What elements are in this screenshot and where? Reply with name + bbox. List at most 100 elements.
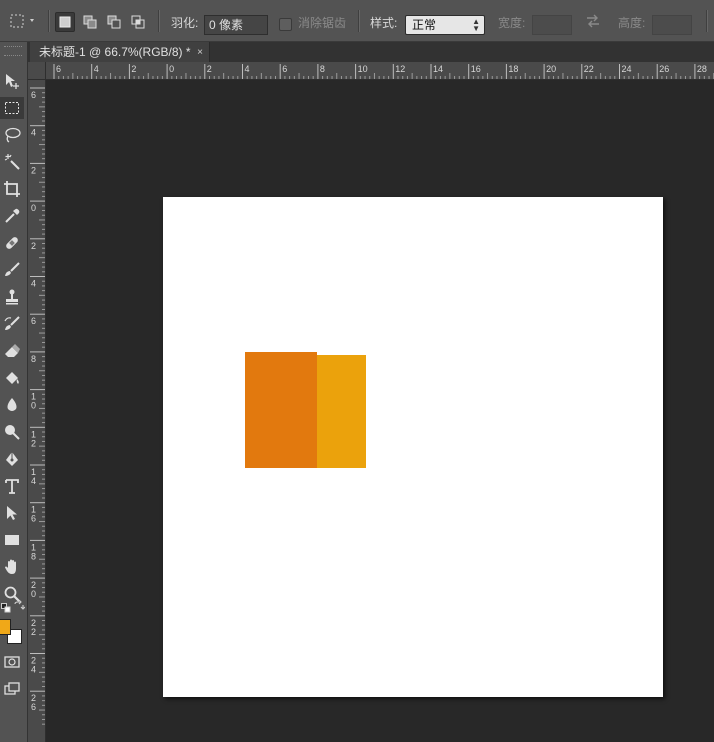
swap-colors-icon[interactable] (13, 599, 26, 612)
bandage-icon (6, 237, 18, 249)
subtract-selection-icon (107, 15, 121, 29)
new-selection-button[interactable] (55, 12, 75, 32)
hand-icon (5, 559, 16, 574)
eraser-tool[interactable] (0, 340, 24, 362)
ruler-label: 4 (31, 279, 36, 289)
rectangle-shape-icon (5, 535, 19, 545)
blur-tool[interactable] (0, 394, 24, 416)
height-label: 高度: (618, 16, 646, 30)
eyedropper-icon (5, 208, 20, 223)
vertical-ruler[interactable]: 64202468101214161820222426 (28, 80, 46, 742)
close-icon[interactable]: × (197, 42, 203, 63)
ruler-label: 18 (508, 64, 518, 74)
ruler-label: 8 (31, 551, 36, 561)
subtract-selection-button[interactable] (104, 12, 124, 32)
ruler-label: 4 (31, 128, 36, 138)
antialias-checkbox[interactable] (279, 18, 292, 31)
ruler-label: 2 (207, 64, 212, 74)
magic-wand-tool[interactable] (0, 151, 24, 173)
style-select[interactable]: 正常 ▲ ▼ (405, 15, 485, 35)
width-label: 宽度: (498, 16, 526, 30)
ruler-label: 16 (471, 64, 481, 74)
blur-drop-icon (7, 398, 17, 411)
add-selection-button[interactable] (80, 12, 100, 32)
healing-brush-tool[interactable] (0, 232, 24, 254)
magic-wand-icon (4, 154, 20, 170)
type-tool[interactable] (0, 475, 24, 497)
ruler-label: 6 (31, 90, 36, 100)
pen-nib-icon (6, 452, 18, 466)
clone-stamp-tool[interactable] (0, 286, 24, 308)
ruler-label: 0 (31, 401, 36, 411)
marquee-preset-icon (10, 14, 34, 28)
tool-preset-picker[interactable] (8, 0, 38, 42)
ruler-label: 24 (622, 64, 632, 74)
dodge-icon (5, 425, 20, 440)
move-icon (6, 74, 19, 89)
ruler-label: 0 (31, 589, 36, 599)
ruler-label: 6 (31, 702, 36, 712)
ruler-label: 6 (282, 64, 287, 74)
brush-icon (5, 262, 20, 276)
ruler-label: 28 (697, 64, 707, 74)
ruler-label: 4 (31, 665, 36, 675)
arrow-cursor-icon (7, 506, 17, 520)
panel-grip[interactable] (4, 46, 22, 56)
width-input[interactable] (532, 15, 572, 35)
ruler-label: 8 (31, 354, 36, 364)
dodge-tool[interactable] (0, 421, 24, 443)
crop-tool[interactable] (0, 178, 24, 200)
screen-mode-button[interactable] (0, 678, 24, 700)
history-brush-icon (4, 316, 20, 330)
move-tool[interactable] (0, 70, 24, 92)
crop-icon (4, 181, 20, 197)
pen-tool[interactable] (0, 448, 24, 470)
swap-arrows-icon (587, 14, 599, 28)
paint-bucket-tool[interactable] (0, 367, 24, 389)
quick-mask-button[interactable] (0, 651, 24, 673)
feather-input[interactable]: 0 像素 (204, 15, 268, 35)
feather-label: 羽化: (171, 16, 199, 30)
ruler-label: 2 (31, 627, 36, 637)
history-brush-tool[interactable] (0, 313, 24, 335)
ruler-label: 2 (31, 438, 36, 448)
ruler-label: 4 (245, 64, 250, 74)
horizontal-ruler[interactable]: 6 4 2 0 2 4 6 8 10 12 14 16 18 20 22 24 26 28 (46, 62, 714, 80)
hand-tool[interactable] (0, 556, 24, 578)
ruler-label: 22 (584, 64, 594, 74)
style-label: 样式: (370, 16, 398, 30)
add-selection-icon (83, 15, 97, 29)
lasso-tool[interactable] (0, 124, 24, 146)
path-selection-tool[interactable] (0, 502, 24, 524)
tools-panel (0, 42, 28, 742)
ruler-label: 6 (31, 316, 36, 326)
brush-tool[interactable] (0, 259, 24, 281)
default-colors-icon[interactable] (1, 602, 11, 613)
eraser-icon (5, 344, 20, 357)
document-tab[interactable]: 未标题-1 @ 66.7%(RGB/8) * × (30, 42, 210, 62)
yellow-rectangle-layer[interactable] (310, 355, 366, 468)
ruler-label: 2 (31, 165, 36, 175)
canvas-workspace[interactable] (46, 80, 714, 742)
eyedropper-tool[interactable] (0, 205, 24, 227)
rectangular-marquee-tool[interactable] (0, 97, 24, 119)
ruler-label: 8 (320, 64, 325, 74)
ruler-label: 14 (433, 64, 443, 74)
document-canvas[interactable] (163, 197, 663, 697)
rectangle-shape-tool[interactable] (0, 529, 24, 551)
intersect-selection-button[interactable] (128, 12, 148, 32)
ruler-label: 26 (659, 64, 669, 74)
ruler-label: 4 (94, 64, 99, 74)
ruler-label: 2 (31, 241, 36, 251)
ruler-label: 12 (395, 64, 405, 74)
style-select-value: 正常 (412, 18, 437, 32)
foreground-color-swatch[interactable] (0, 619, 11, 635)
rectangle-marquee-icon (5, 102, 19, 114)
ruler-label: 6 (56, 64, 61, 74)
ruler-origin[interactable] (28, 62, 46, 80)
swap-dimensions-button[interactable] (585, 0, 601, 42)
height-input[interactable] (652, 15, 692, 35)
orange-rectangle-layer[interactable] (245, 352, 317, 468)
lasso-icon (5, 127, 21, 143)
antialias-label: 消除锯齿 (298, 16, 347, 30)
